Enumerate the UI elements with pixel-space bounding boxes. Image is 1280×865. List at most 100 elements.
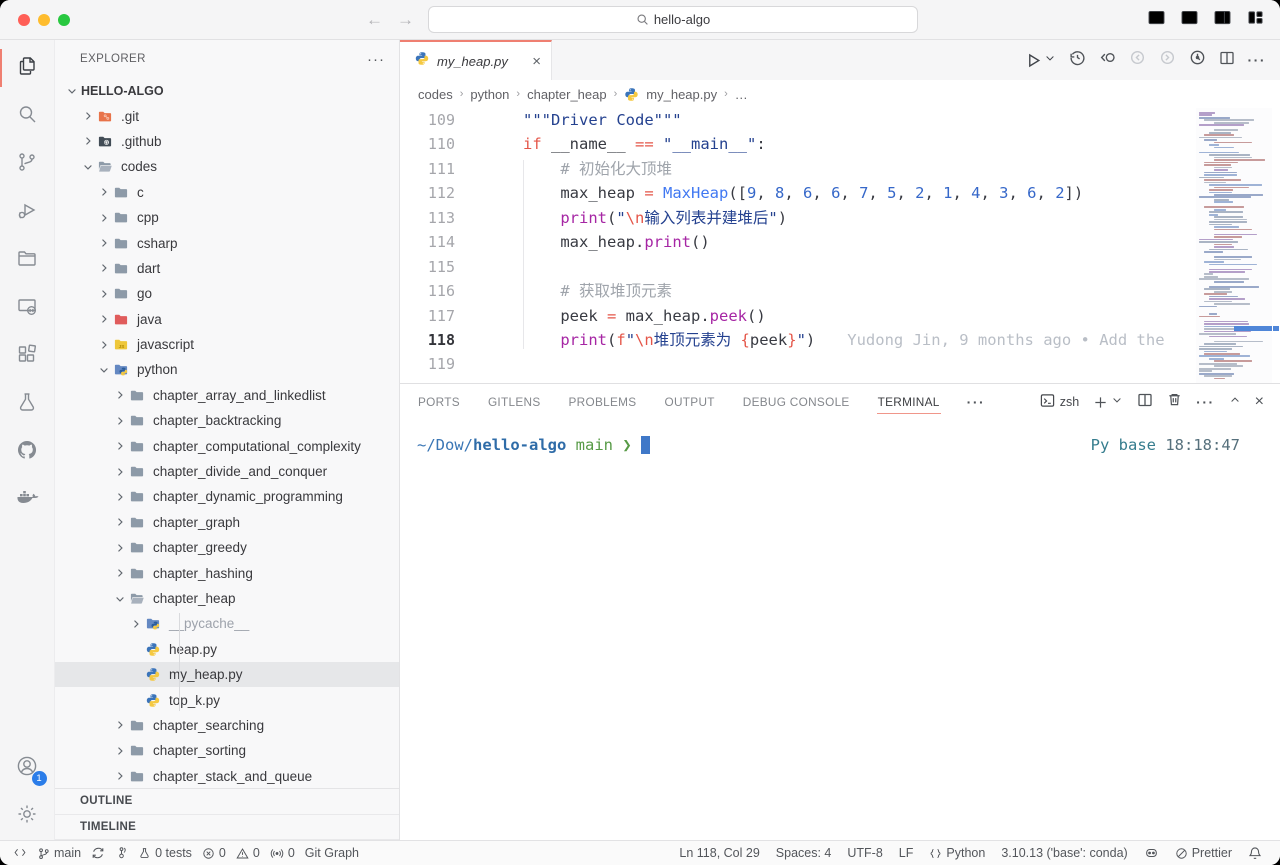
status-language-mode[interactable]: Python	[921, 846, 993, 860]
tree-item-chapter-array-and-linkedlist[interactable]: chapter_array_and_linkedlist	[55, 383, 399, 408]
close-panel-icon[interactable]: ×	[1255, 397, 1264, 407]
breadcrumb-codes[interactable]: codes	[418, 87, 453, 102]
status-problems-warnings[interactable]: 0	[231, 846, 265, 860]
command-center-search[interactable]: hello-algo	[428, 6, 918, 33]
previous-change-icon[interactable]	[1129, 49, 1146, 71]
tree-item-chapter-divide-and-conquer[interactable]: chapter_divide_and_conquer	[55, 459, 399, 484]
status-sync-changes[interactable]	[86, 846, 110, 860]
tree-item-pycache[interactable]: __pycache__	[55, 611, 399, 636]
split-editor-icon[interactable]	[1219, 50, 1235, 71]
tree-item-github[interactable]: .github	[55, 129, 399, 154]
tree-item-chapter-dynamic-programming[interactable]: chapter_dynamic_programming	[55, 484, 399, 509]
run-dropdown-icon[interactable]	[1044, 51, 1056, 69]
status-eol[interactable]: LF	[891, 846, 922, 860]
code-line-113[interactable]: 113 print("\n输入列表并建堆后")	[400, 206, 1280, 230]
tree-item-go[interactable]: go	[55, 281, 399, 306]
tree-item-my-heap-py[interactable]: my_heap.py	[55, 662, 399, 687]
activity-run-debug[interactable]	[0, 188, 55, 236]
activity-docker[interactable]	[0, 476, 55, 524]
status-prettier[interactable]: Prettier	[1167, 846, 1240, 860]
tree-item-codes[interactable]: codes	[55, 154, 399, 179]
code-line-114[interactable]: 114 max_heap.print()	[400, 230, 1280, 254]
tree-item-chapter-searching[interactable]: chapter_searching	[55, 713, 399, 738]
status-git-graph[interactable]: Git Graph	[300, 846, 364, 860]
new-terminal-button[interactable]	[1093, 393, 1123, 411]
status-feedback[interactable]: 0	[265, 846, 300, 860]
activity-github[interactable]	[0, 428, 55, 476]
customize-layout-icon[interactable]	[1247, 10, 1264, 30]
tab-my-heap-py[interactable]: my_heap.py ×	[400, 40, 552, 80]
status-cursor-position[interactable]: Ln 118, Col 29	[671, 846, 767, 860]
tree-item-chapter-stack-and-queue[interactable]: chapter_stack_and_queue	[55, 764, 399, 788]
activity-remote-explorer[interactable]	[0, 284, 55, 332]
tree-item-top-k-py[interactable]: top_k.py	[55, 687, 399, 712]
tree-item-c[interactable]: c	[55, 180, 399, 205]
breadcrumb-chapter-heap[interactable]: chapter_heap	[527, 87, 607, 102]
panel-tab-output[interactable]: OUTPUT	[663, 386, 715, 418]
kill-terminal-icon[interactable]	[1167, 392, 1182, 412]
activity-testing[interactable]	[0, 380, 55, 428]
minimize-window-button[interactable]	[38, 14, 50, 26]
panel-tab-ports[interactable]: PORTS	[417, 386, 461, 418]
activity-accounts[interactable]: 1	[0, 744, 55, 792]
close-window-button[interactable]	[18, 14, 30, 26]
status-git-branch[interactable]: main	[32, 846, 86, 860]
activity-project-manager[interactable]	[0, 236, 55, 284]
tree-item-java[interactable]: java	[55, 307, 399, 332]
tree-item-git[interactable]: .git	[55, 103, 399, 128]
tree-item-heap-py[interactable]: heap.py	[55, 637, 399, 662]
code-line-110[interactable]: 110if __name__ == "__main__":	[400, 132, 1280, 156]
code-line-111[interactable]: 111 # 初始化大顶堆	[400, 157, 1280, 181]
more-actions-icon[interactable]: ···	[1248, 52, 1267, 68]
activity-extensions[interactable]	[0, 332, 55, 380]
run-icon[interactable]	[1025, 51, 1056, 69]
tree-item-javascript[interactable]: JSjavascript	[55, 332, 399, 357]
code-line-116[interactable]: 116 # 获取堆顶元素	[400, 279, 1280, 303]
breadcrumb-python[interactable]: python	[470, 87, 509, 102]
tree-item-chapter-hashing[interactable]: chapter_hashing	[55, 560, 399, 585]
section-timeline[interactable]: TIMELINE	[55, 815, 399, 841]
code-line-112[interactable]: 112 max_heap = MaxHeap([9, 8, 6, 6, 7, 5…	[400, 181, 1280, 205]
back-arrow-icon[interactable]: ←	[366, 10, 383, 30]
explorer-more-actions-icon[interactable]: ···	[367, 51, 385, 68]
minimap[interactable]	[1196, 108, 1272, 383]
tree-item-python[interactable]: python	[55, 357, 399, 382]
tree-item-dart[interactable]: dart	[55, 256, 399, 281]
toggle-secondary-sidebar-icon[interactable]	[1214, 10, 1231, 30]
tree-item-chapter-backtracking[interactable]: chapter_backtracking	[55, 408, 399, 433]
file-history-icon[interactable]	[1069, 49, 1086, 71]
gitlens-compare-icon[interactable]	[1099, 49, 1116, 71]
terminal-dropdown-icon[interactable]	[1111, 393, 1123, 411]
terminal[interactable]: ~/Dow/hello-algo main ❯ Py base 18:18:47	[400, 420, 1280, 840]
tree-item-chapter-computational-complexity[interactable]: chapter_computational_complexity	[55, 433, 399, 458]
status-remote-indicator[interactable]	[8, 846, 32, 859]
code-line-115[interactable]: 115	[400, 255, 1280, 279]
breadcrumb-[interactable]: …	[735, 87, 748, 102]
more-actions-icon[interactable]: ···	[1196, 394, 1215, 410]
panel-tab-gitlens[interactable]: GITLENS	[487, 386, 542, 418]
code-line-118[interactable]: 118 print(f"\n堆顶元素为 {peek}")Yudong Jin, …	[400, 328, 1280, 352]
gitlens-graph-icon[interactable]	[1189, 49, 1206, 71]
tree-item-chapter-sorting[interactable]: chapter_sorting	[55, 738, 399, 763]
terminal-shell-selector[interactable]: zsh	[1040, 393, 1079, 411]
status-notifications[interactable]	[1240, 846, 1270, 860]
activity-source-control[interactable]	[0, 140, 55, 188]
status-indentation[interactable]: Spaces: 4	[768, 846, 840, 860]
status-encoding[interactable]: UTF-8	[839, 846, 890, 860]
code-editor[interactable]: 109"""Driver Code"""110if __name__ == "_…	[400, 108, 1280, 383]
close-tab-icon[interactable]: ×	[532, 53, 541, 70]
toggle-panel-icon[interactable]	[1181, 10, 1198, 30]
tree-item-chapter-heap[interactable]: chapter_heap	[55, 586, 399, 611]
code-line-117[interactable]: 117 peek = max_heap.peek()	[400, 304, 1280, 328]
code-line-119[interactable]: 119	[400, 352, 1280, 376]
panel-tab-terminal[interactable]: TERMINAL	[877, 386, 941, 418]
next-change-icon[interactable]	[1159, 49, 1176, 71]
tree-item-chapter-graph[interactable]: chapter_graph	[55, 510, 399, 535]
panel-tab-debug-console[interactable]: DEBUG CONSOLE	[742, 386, 851, 418]
tree-item-hello-algo[interactable]: HELLO-ALGO	[55, 78, 399, 103]
activity-settings[interactable]	[0, 792, 55, 840]
tree-item-csharp[interactable]: csharp	[55, 230, 399, 255]
forward-arrow-icon[interactable]: →	[397, 10, 414, 30]
status-test-status[interactable]: 0 tests	[133, 846, 197, 860]
panel-more-tabs-icon[interactable]: ···	[967, 394, 986, 410]
